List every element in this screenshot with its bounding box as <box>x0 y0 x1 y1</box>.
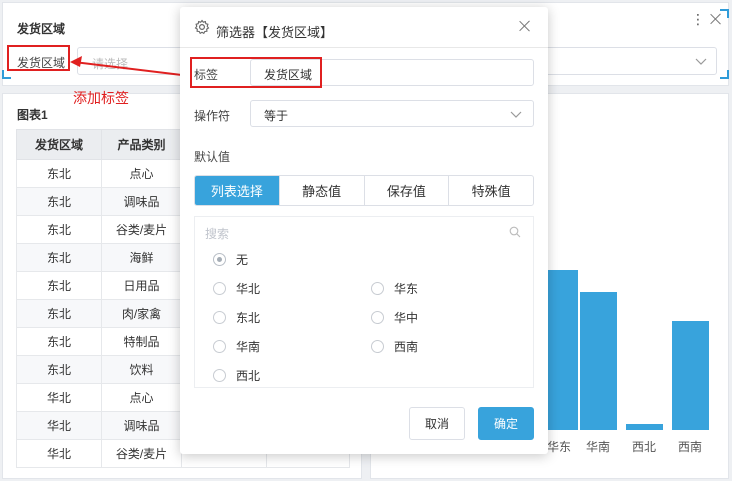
column-header[interactable]: 产品类别 <box>101 129 182 160</box>
divider <box>180 47 548 48</box>
annotation-highlight-box <box>190 57 322 88</box>
filter-dialog: 筛选器【发货区域】 标签 发货区域 操作符 等于 默认值 列表选择 静态值 保存… <box>180 7 548 454</box>
tab-special-value[interactable]: 特殊值 <box>448 176 533 205</box>
table-cell: 特制品 <box>101 327 182 356</box>
default-value-label: 默认值 <box>194 150 231 164</box>
gear-icon <box>194 19 210 35</box>
search-icon[interactable] <box>509 226 521 238</box>
table-cell: 东北 <box>16 355 102 384</box>
table-cell: 华北 <box>16 383 102 412</box>
table-cell: 东北 <box>16 271 102 300</box>
table-cell: 调味品 <box>101 187 182 216</box>
table-cell: 点心 <box>101 383 182 412</box>
radio-icon <box>213 253 226 266</box>
tab-static-value[interactable]: 静态值 <box>278 176 364 205</box>
filter-widget-title: 发货区域 <box>17 22 66 36</box>
operator-field-label: 操作符 <box>194 109 231 123</box>
option-list: 搜索 无 华北 华东 东北 华中 华南 西南 西北 <box>194 216 534 388</box>
table-cell: 肉/家禽 <box>101 299 182 328</box>
more-vertical-icon[interactable]: ⋮ <box>691 12 705 26</box>
annotation-arrow <box>70 56 191 77</box>
option-label: 华南 <box>236 340 261 354</box>
table-cell: 东北 <box>16 327 102 356</box>
radio-icon <box>371 282 384 295</box>
column-header[interactable]: 发货区域 <box>16 129 102 160</box>
confirm-button[interactable]: 确定 <box>478 407 534 440</box>
table-cell: 日用品 <box>101 271 182 300</box>
table-cell: 谷类/麦片 <box>101 215 182 244</box>
option-label: 华北 <box>236 282 261 296</box>
option-label: 无 <box>236 253 249 267</box>
option-radio[interactable]: 西北 <box>213 367 260 384</box>
table-cell: 华北 <box>16 439 102 468</box>
chevron-down-icon <box>695 58 707 65</box>
default-value-tabs: 列表选择 静态值 保存值 特殊值 <box>194 175 534 206</box>
table-cell: 东北 <box>16 159 102 188</box>
option-radio[interactable]: 无 <box>213 251 248 268</box>
radio-icon <box>213 369 226 382</box>
x-tick-label: 华东 <box>546 440 572 454</box>
operator-select[interactable]: 等于 <box>250 100 534 127</box>
selection-corner <box>720 70 729 79</box>
option-label: 西南 <box>394 340 419 354</box>
radio-icon <box>213 311 226 324</box>
table-cell: 点心 <box>101 159 182 188</box>
tab-list-select[interactable]: 列表选择 <box>195 176 279 205</box>
radio-icon <box>371 311 384 324</box>
option-radio[interactable]: 华南 <box>213 338 260 355</box>
option-label: 华东 <box>394 282 419 296</box>
option-label: 华中 <box>394 311 419 325</box>
selection-corner <box>2 70 11 79</box>
x-tick-label: 西北 <box>631 440 657 454</box>
table-cell: 调味品 <box>101 411 182 440</box>
option-radio[interactable]: 东北 <box>213 309 260 326</box>
table-cell: 海鲜 <box>101 243 182 272</box>
option-radio[interactable]: 西南 <box>371 338 418 355</box>
annotation-text: 添加标签 <box>73 90 129 106</box>
option-radio[interactable]: 华中 <box>371 309 418 326</box>
x-tick-label: 西南 <box>677 440 703 454</box>
radio-icon <box>213 340 226 353</box>
x-tick-label: 华南 <box>585 440 611 454</box>
search-input[interactable]: 搜索 <box>205 225 229 242</box>
table-cell: 华北 <box>16 411 102 440</box>
table-cell: 饮料 <box>101 355 182 384</box>
table-title: 图表1 <box>17 108 48 122</box>
radio-icon <box>371 340 384 353</box>
cancel-button[interactable]: 取消 <box>409 407 465 440</box>
chevron-down-icon <box>510 111 522 118</box>
radio-icon <box>213 282 226 295</box>
tab-saved-value[interactable]: 保存值 <box>363 176 449 205</box>
option-label: 东北 <box>236 311 261 325</box>
table-cell: 东北 <box>16 215 102 244</box>
dialog-title: 筛选器【发货区域】 <box>216 25 334 40</box>
chart-bar[interactable] <box>579 291 617 430</box>
option-radio[interactable]: 华东 <box>371 280 418 297</box>
option-label: 西北 <box>236 369 261 383</box>
table-cell: 谷类/麦片 <box>101 439 182 468</box>
table-cell: 东北 <box>16 299 102 328</box>
table-cell: 东北 <box>16 243 102 272</box>
selection-corner <box>720 9 729 18</box>
chart-bar[interactable] <box>671 320 709 430</box>
operator-select-value: 等于 <box>264 109 289 123</box>
close-icon[interactable] <box>518 19 532 33</box>
chart-bar[interactable] <box>625 423 663 430</box>
option-radio[interactable]: 华北 <box>213 280 260 297</box>
table-cell: 东北 <box>16 187 102 216</box>
